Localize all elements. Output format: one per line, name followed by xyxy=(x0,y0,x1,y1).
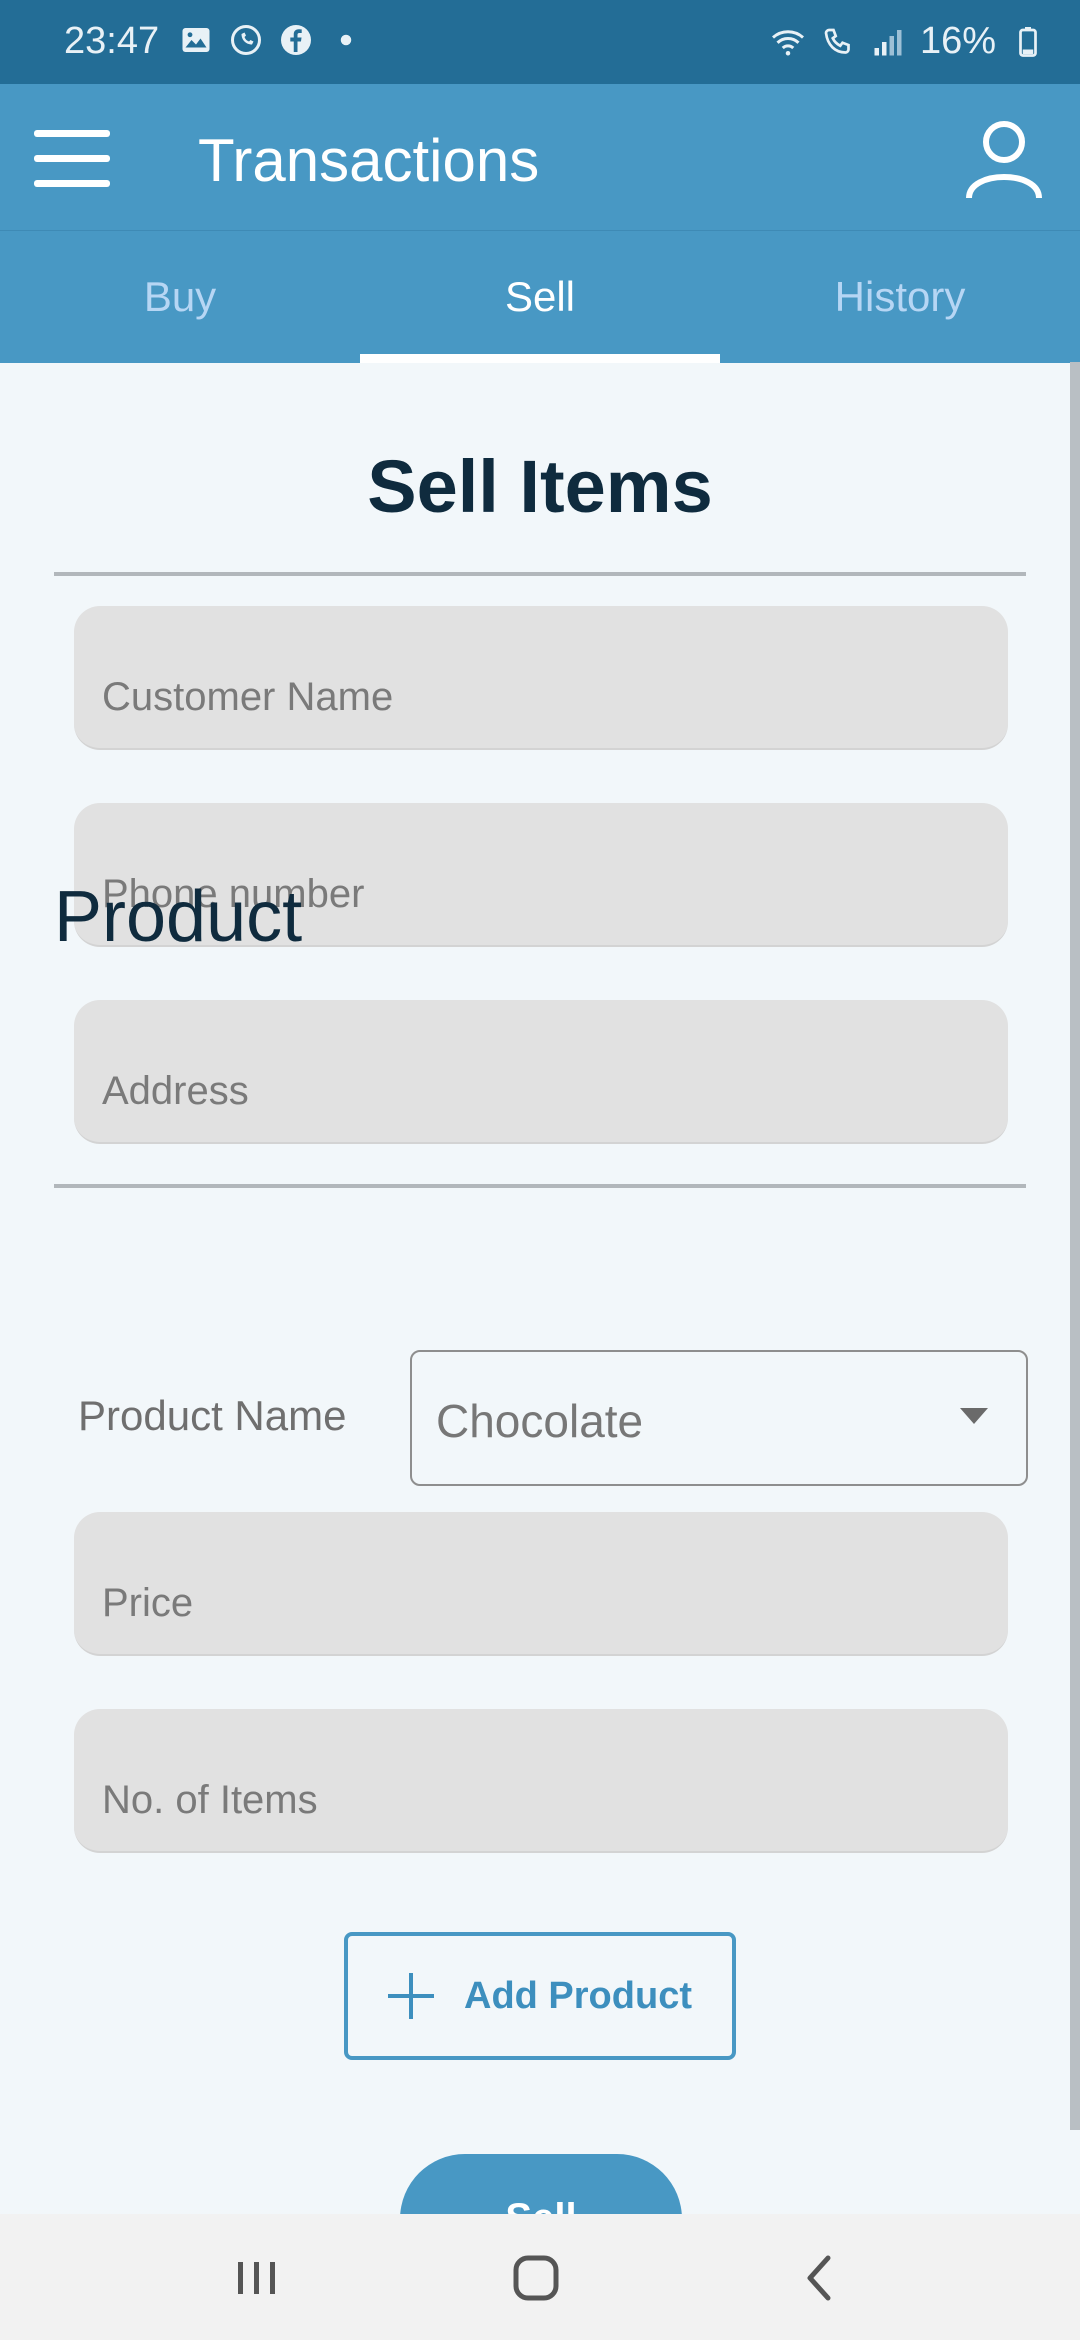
status-time: 23:47 xyxy=(64,20,160,62)
plus-icon xyxy=(388,1973,434,2019)
status-bar: 23:47 16% xyxy=(0,0,1080,84)
tab-history[interactable]: History xyxy=(720,231,1080,363)
sell-button-label: Sell xyxy=(505,2196,576,2214)
back-icon[interactable] xyxy=(790,2248,850,2308)
page-title: Transactions xyxy=(198,127,540,194)
battery-percent: 16% xyxy=(919,20,996,62)
system-nav-bar xyxy=(0,2214,1080,2340)
gallery-icon xyxy=(182,28,210,52)
wifi-call-icon xyxy=(824,28,850,54)
divider-middle xyxy=(54,1184,1026,1188)
dropdown-arrow-icon xyxy=(960,1408,988,1424)
product-select-value: Chocolate xyxy=(436,1395,644,1447)
section-title: Sell Items xyxy=(367,445,713,528)
battery-icon xyxy=(1019,26,1037,57)
address-field[interactable] xyxy=(74,1000,1008,1144)
tab-sell[interactable]: Sell xyxy=(360,231,720,363)
whatsapp-icon xyxy=(231,25,261,55)
recent-apps-icon[interactable] xyxy=(226,2248,286,2308)
app-bar: Transactions xyxy=(0,84,1080,230)
add-product-label: Add Product xyxy=(464,1974,692,2017)
system-icons: 16% xyxy=(770,20,1046,63)
customer-name-input[interactable] xyxy=(100,666,982,728)
add-product-button[interactable]: Add Product xyxy=(344,1932,736,2060)
scrollbar[interactable] xyxy=(1070,362,1080,2130)
price-field[interactable] xyxy=(74,1512,1008,1656)
facebook-icon xyxy=(281,25,311,55)
home-icon[interactable] xyxy=(506,2248,566,2308)
items-count-input[interactable] xyxy=(100,1769,982,1831)
dot-icon xyxy=(340,34,352,46)
sell-button[interactable]: Sell xyxy=(400,2154,682,2214)
wifi-icon xyxy=(771,29,804,55)
address-input[interactable] xyxy=(100,1060,982,1122)
account-icon[interactable] xyxy=(964,118,1044,200)
tab-buy[interactable]: Buy xyxy=(0,231,360,363)
product-select[interactable]: Chocolate xyxy=(410,1350,1028,1486)
signal-icon xyxy=(874,29,902,55)
price-input[interactable] xyxy=(100,1572,982,1634)
tab-bar: Buy Sell History xyxy=(0,230,1080,363)
notification-icons xyxy=(178,22,364,58)
divider-top xyxy=(54,572,1026,576)
product-heading: Product xyxy=(54,877,303,957)
customer-name-field[interactable] xyxy=(74,606,1008,750)
items-count-field[interactable] xyxy=(74,1709,1008,1853)
hamburger-menu-icon[interactable] xyxy=(34,128,110,188)
